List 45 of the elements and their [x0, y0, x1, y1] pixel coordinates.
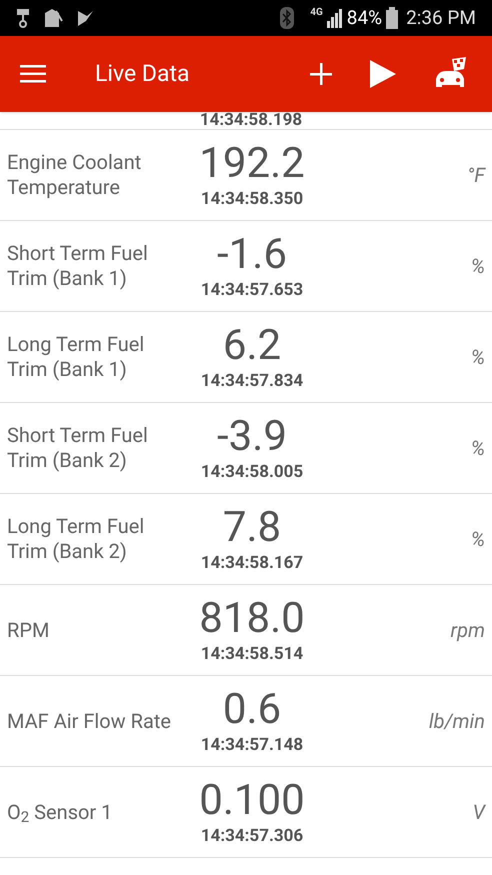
parameter-label: Short Term Fuel Trim (Bank 1) — [7, 241, 149, 291]
battery-icon — [386, 7, 398, 29]
parameter-label: RPM — [7, 618, 50, 642]
menu-button[interactable] — [20, 65, 46, 83]
piston-icon — [16, 8, 30, 28]
unit-label: V — [472, 799, 485, 826]
parameter-value: 0.6 — [222, 686, 282, 734]
unit-label: rpm — [450, 617, 485, 644]
play-icon — [370, 60, 396, 88]
unit-label: lb/min — [428, 708, 485, 735]
parameter-value: -1.6 — [217, 231, 287, 279]
parameter-value: 6.2 — [222, 322, 282, 370]
reading-timestamp: 14:34:58.198 — [198, 112, 302, 129]
parameter-label: Long Term Fuel Trim (Bank 2) — [7, 514, 146, 564]
unit-label: % — [470, 526, 485, 553]
parameter-value: 0.100 — [199, 777, 305, 825]
reading-timestamp: 14:34:57.834 — [200, 370, 304, 392]
reading-timestamp: 14:34:58.167 — [200, 552, 304, 574]
parameter-value: 818.0 — [199, 595, 305, 643]
add-icon — [310, 63, 332, 85]
signal-icon — [326, 8, 343, 28]
app-title: Live Data — [95, 58, 190, 89]
parameter-label: O$_{2}$ Sensor 1 — [7, 800, 114, 824]
reading-timestamp: 14:34:58.514 — [200, 643, 304, 665]
reading-timestamp: 14:34:57.148 — [200, 734, 304, 756]
unit-label: % — [470, 344, 485, 371]
reading-timestamp: 14:34:57.306 — [200, 825, 304, 847]
battery-percent: 84% — [346, 4, 382, 31]
parameter-label: MAF Air Flow Rate — [7, 708, 172, 734]
menu-icon — [20, 65, 46, 83]
reading-timestamp: 14:34:58.005 — [200, 461, 304, 483]
parameter-label: Long Term Fuel Trim (Bank 1) — [7, 332, 146, 382]
parameter-value: 7.8 — [222, 504, 282, 552]
reading-timestamp: 14:34:57.653 — [200, 279, 304, 301]
parameter-value: -3.9 — [217, 413, 287, 461]
clock-time: 2:36 PM — [406, 4, 476, 31]
parameter-label: Short Term Fuel Trim (Bank 2) — [7, 423, 149, 473]
unit-label: % — [470, 435, 485, 462]
network-type: 4G — [310, 6, 323, 20]
unit-label: °F — [467, 162, 485, 189]
unit-label: % — [470, 253, 485, 280]
parameter-value: 192.2 — [199, 140, 305, 188]
parameter-label: Engine Coolant Temperature — [7, 150, 142, 200]
bluetooth-icon — [280, 7, 294, 29]
reading-timestamp: 14:34:58.350 — [200, 188, 304, 210]
